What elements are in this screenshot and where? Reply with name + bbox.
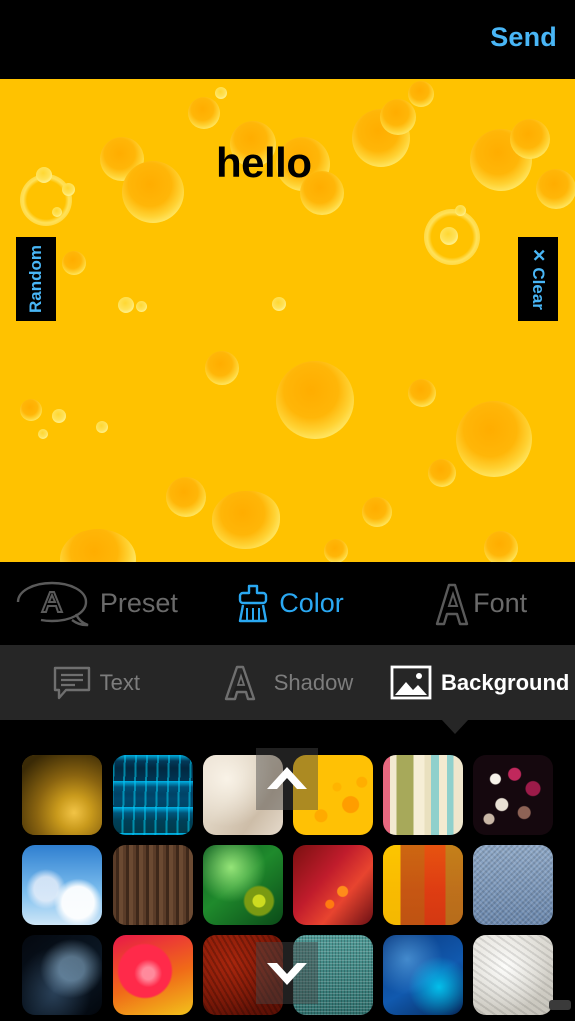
thumbnail-dark-blue-swirl[interactable] [22, 935, 102, 1015]
tab-color-label: Color [279, 588, 344, 618]
bubble-decor [455, 205, 466, 216]
bubble-decor [62, 183, 75, 196]
grid-scrollbar[interactable] [549, 1000, 571, 1010]
bubble-decor [536, 169, 575, 209]
top-bar: Send [0, 0, 575, 79]
thumbnail-dandelion-sky[interactable] [22, 845, 102, 925]
bubble-decor [52, 409, 66, 423]
active-tab-pointer [441, 719, 469, 734]
thumbnail-pastel-stripes[interactable] [383, 755, 463, 835]
thumbnail-beige-parchment[interactable] [203, 755, 283, 835]
send-button[interactable]: Send [490, 22, 557, 53]
bubble-decor [212, 491, 280, 549]
clear-label: Clear [529, 267, 548, 310]
x-icon: ✕ [529, 248, 548, 263]
bubble-decor [38, 429, 48, 439]
bubble-decor [456, 401, 532, 477]
bubble-decor [60, 529, 136, 562]
thumbnail-gray-stone[interactable] [473, 935, 553, 1015]
bubble-decor [188, 97, 220, 129]
subtab-shadow-label: Shadow [273, 669, 354, 695]
thumbnail-red-grunge[interactable] [203, 935, 283, 1015]
app-root: Send hello Random ✕ Clear Preset Color F… [0, 0, 575, 1021]
clear-button[interactable]: ✕ Clear [518, 237, 558, 321]
thumbnail-green-music-abstract[interactable] [203, 845, 283, 925]
bubble-decor [324, 539, 348, 562]
text-bubble-icon [52, 664, 92, 702]
thumbnail-gold-bokeh[interactable] [22, 755, 102, 835]
thumbnail-red-glossy-circles[interactable] [113, 935, 193, 1015]
bubble-decor [20, 399, 42, 421]
thumbnail-orange-grunge-collage[interactable] [383, 845, 463, 925]
random-label: Random [26, 245, 45, 313]
subtab-background-label: Background [441, 669, 570, 695]
main-toolbar: Preset Color Font [0, 562, 575, 645]
speech-bubble-a-icon [14, 580, 98, 628]
bubble-decor [510, 119, 550, 159]
thumbnail-dark-wood[interactable] [113, 845, 193, 925]
bubble-decor [380, 99, 416, 135]
thumbnail-teal-burlap[interactable] [293, 935, 373, 1015]
image-icon [389, 663, 433, 703]
bubble-decor [136, 301, 147, 312]
bubble-decor [205, 351, 239, 385]
thumbnail-blue-particle-rain[interactable] [113, 755, 193, 835]
tab-font-label: Font [473, 588, 528, 618]
thumbnail-blue-ice-texture[interactable] [383, 935, 463, 1015]
sub-toolbar: Text Shadow Background [0, 645, 575, 720]
tab-preset[interactable]: Preset [0, 580, 192, 628]
thumbnail-red-spark-burst[interactable] [293, 845, 373, 925]
bubble-decor [52, 207, 62, 217]
bubble-decor [440, 227, 458, 245]
shadow-a-icon [222, 663, 266, 703]
bubble-decor [272, 297, 286, 311]
letter-a-icon [431, 579, 471, 629]
thumbnail-yellow-bubbles[interactable] [293, 755, 373, 835]
bubble-decor [118, 297, 134, 313]
subtab-text-label: Text [99, 669, 141, 695]
subtab-shadow[interactable]: Shadow [192, 663, 384, 703]
bubble-decor [276, 361, 354, 439]
bubble-decor [215, 87, 227, 99]
thumbnail-magenta-dots[interactable] [473, 755, 553, 835]
bubble-decor [96, 421, 108, 433]
random-button[interactable]: Random [16, 237, 56, 321]
bubble-decor [166, 477, 206, 517]
bubble-decor [428, 459, 456, 487]
thumbnail-blue-denim-texture[interactable] [473, 845, 553, 925]
background-thumbnail-grid[interactable] [0, 735, 575, 1021]
bubble-decor [36, 167, 52, 183]
bubble-decor [362, 497, 392, 527]
bubble-decor [484, 531, 518, 562]
tab-color[interactable]: Color [192, 580, 384, 628]
bubble-decor [122, 161, 184, 223]
subtab-background[interactable]: Background [383, 663, 575, 703]
brush-icon [231, 580, 277, 628]
bubble-decor [408, 81, 434, 107]
tab-preset-label: Preset [99, 588, 178, 618]
canvas-text[interactable]: hello [216, 142, 312, 184]
bubble-decor [408, 379, 436, 407]
tab-font[interactable]: Font [383, 579, 575, 629]
bubble-decor [62, 251, 86, 275]
subtab-text[interactable]: Text [0, 664, 192, 702]
editor-canvas[interactable]: hello Random ✕ Clear [0, 79, 575, 562]
